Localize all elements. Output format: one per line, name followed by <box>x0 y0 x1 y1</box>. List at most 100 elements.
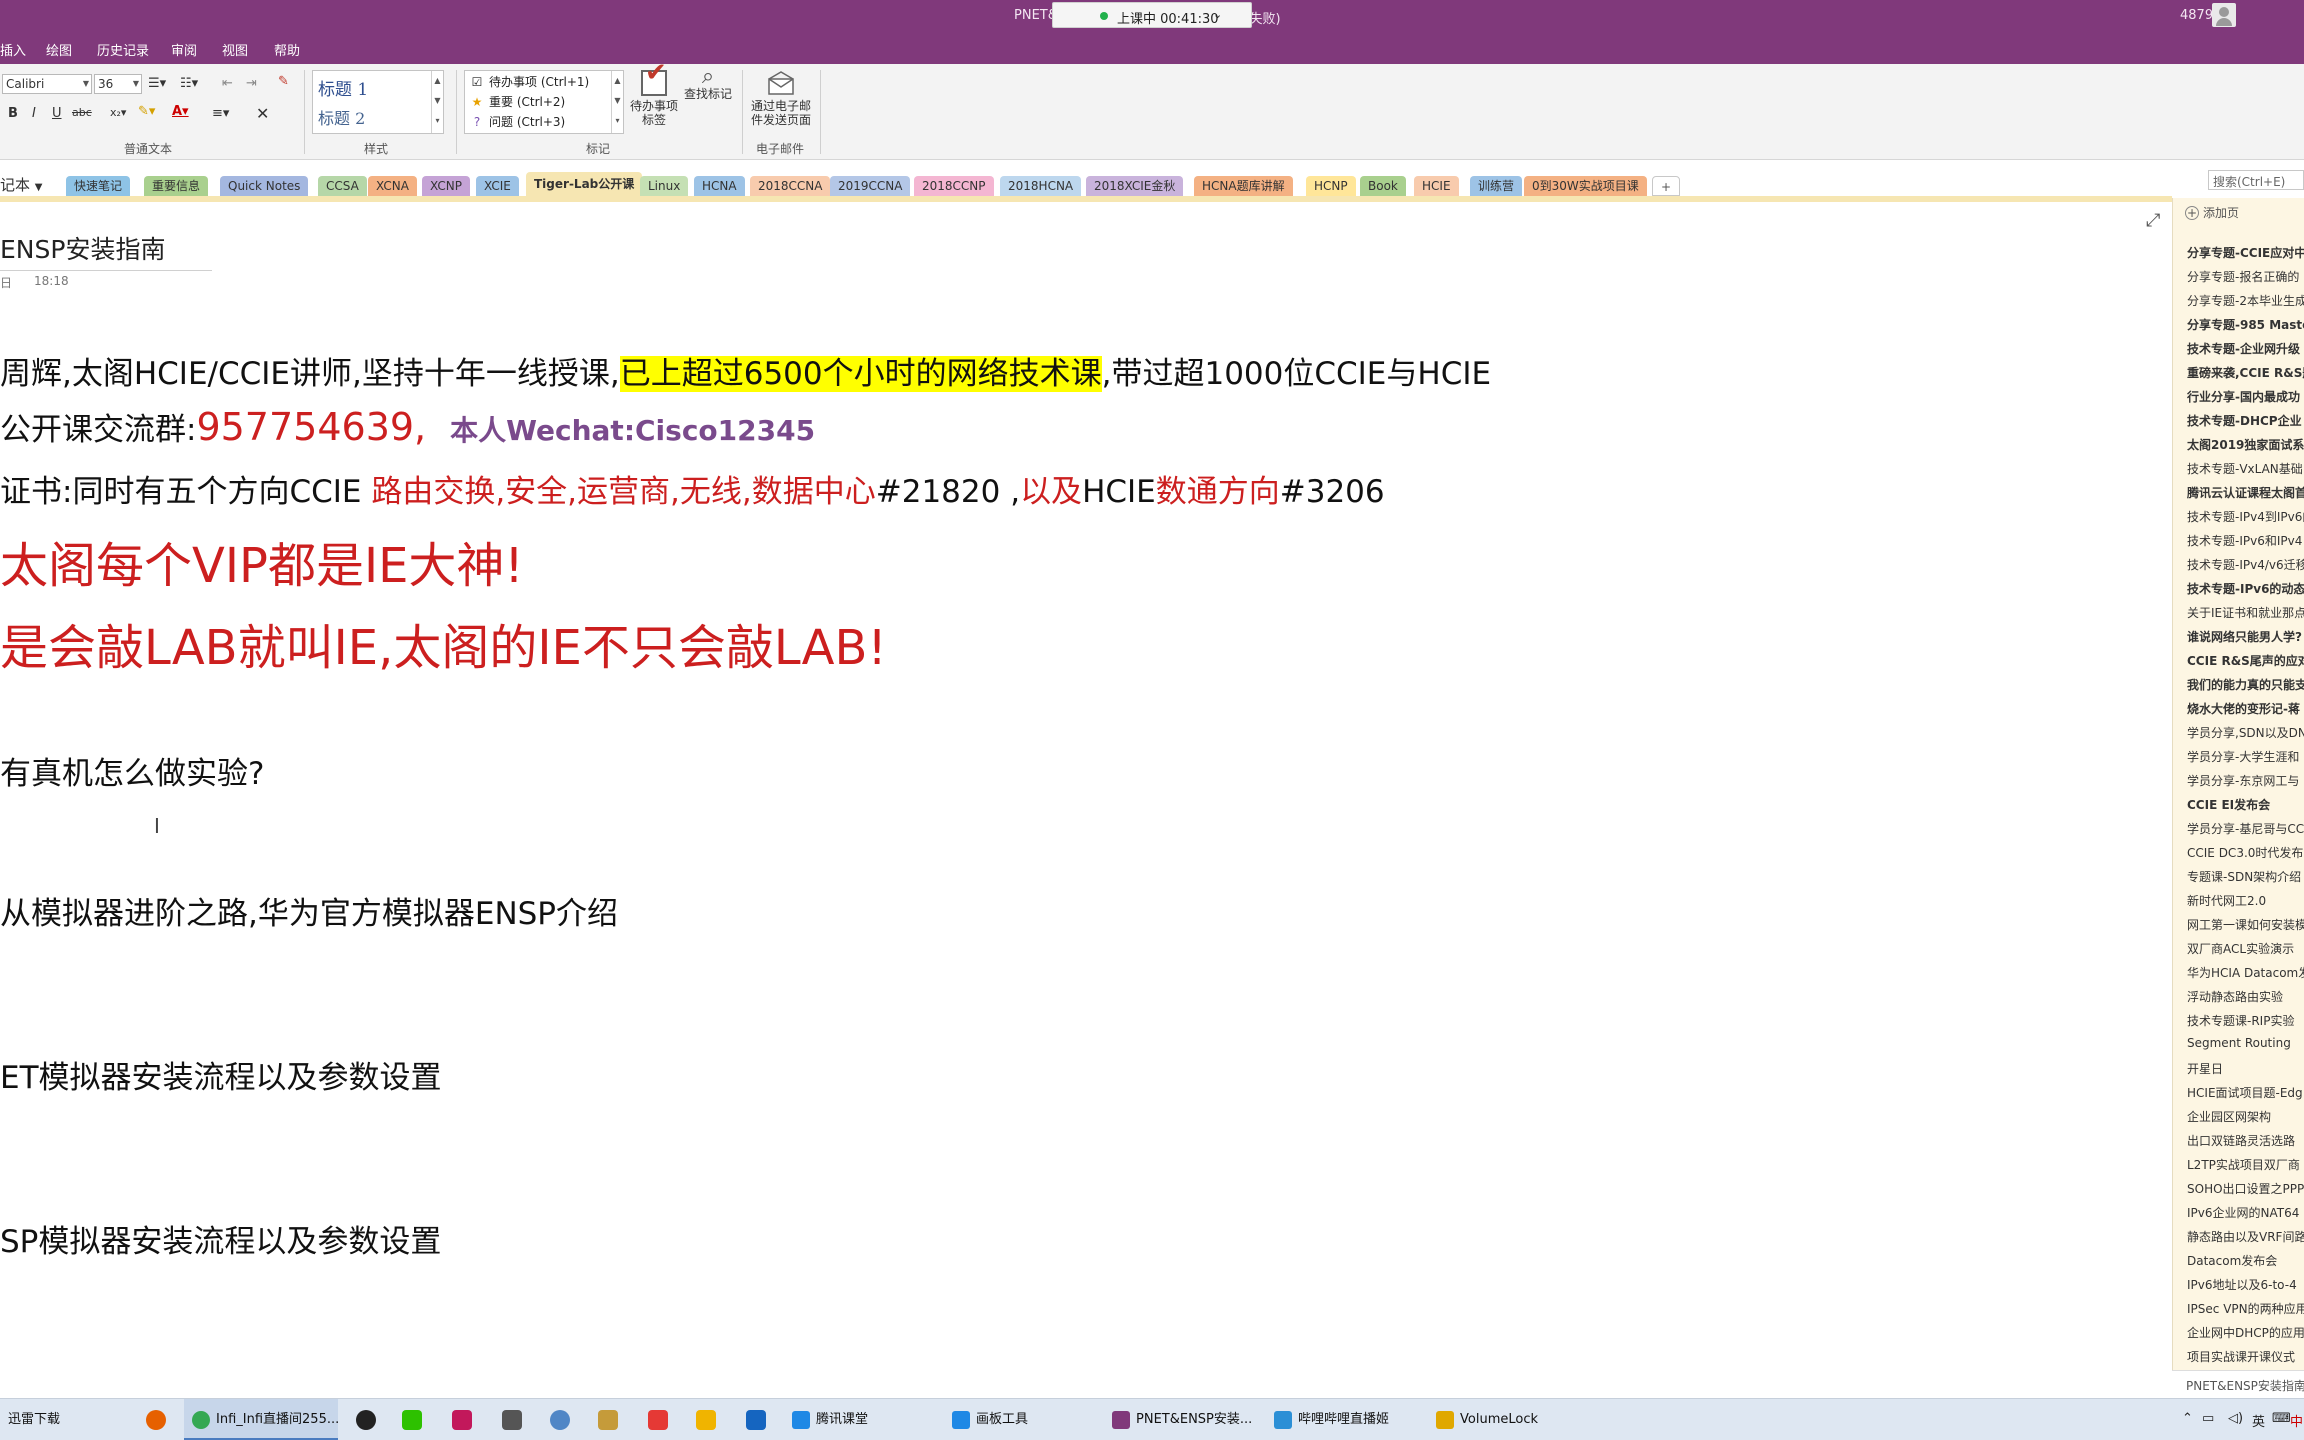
styles-gallery[interactable]: 标题 1 标题 2 ▲ ▼ ▾ <box>312 70 444 134</box>
keyboard-icon[interactable]: ⌨ <box>2272 1411 2291 1426</box>
section-tab[interactable]: HCNA <box>694 176 745 196</box>
section-tab[interactable]: Tiger-Lab公开课 <box>526 172 643 196</box>
calculator-icon[interactable] <box>502 1410 522 1430</box>
page-list-item[interactable]: 企业园区网架构 <box>2187 1108 2271 1125</box>
taskbar-tencent-classroom[interactable]: 腾讯课堂 <box>792 1399 868 1440</box>
page-list-item[interactable]: 烧水大佬的变形记-蒋 <box>2187 700 2300 717</box>
section-tab[interactable]: 2018CCNA <box>750 176 831 196</box>
page-list-item[interactable]: 技术专题-IPv6和IPv4 <box>2187 532 2302 549</box>
section-tab[interactable]: 0到30W实战项目课 <box>1524 176 1647 196</box>
highlight-color-icon[interactable]: ✎▾ <box>138 104 155 119</box>
page-list-item[interactable]: 专题课-SDN架构介绍 <box>2187 868 2301 885</box>
chart-app-icon[interactable] <box>746 1410 766 1430</box>
settings-icon[interactable] <box>598 1410 618 1430</box>
page-list-item[interactable]: 重磅来袭,CCIE R&S题 <box>2187 364 2304 381</box>
certificate-line[interactable]: 证书:同时有五个方向CCIE 路由交换,安全,运营商,无线,数据中心#21820… <box>0 466 1385 511</box>
contact-line[interactable]: 公开课交流群:957754639, 本人Wechat:Cisco12345 <box>0 404 815 449</box>
lock-icon[interactable] <box>696 1410 716 1430</box>
page-list-item[interactable]: 技术专题-VxLAN基础 <box>2187 460 2303 477</box>
page-list-item[interactable]: CCIE R&S尾声的应对 <box>2187 652 2304 669</box>
font-name-select[interactable]: Calibri ▼ <box>2 74 92 94</box>
numbered-list-icon[interactable]: ☷▾ <box>180 76 198 91</box>
page-list-item[interactable]: 技术专题课-RIP实验 <box>2187 1012 2294 1029</box>
language-indicator[interactable]: 英 <box>2252 1411 2265 1430</box>
network-icon[interactable]: ▭ <box>2202 1411 2214 1426</box>
page-list-item[interactable]: CCIE EI发布会 <box>2187 796 2270 813</box>
search-input[interactable]: 搜索(Ctrl+E) <box>2208 170 2304 190</box>
section-tab[interactable]: 快速笔记 <box>66 176 131 196</box>
clear-format-icon[interactable]: ✎ <box>278 74 289 89</box>
volume-icon[interactable]: ◁) <box>2228 1411 2243 1426</box>
send-icon[interactable] <box>452 1410 472 1430</box>
page-list-item[interactable]: 技术专题-IPv4/v6迁移 <box>2187 556 2304 573</box>
page-list-item[interactable]: 我们的能力真的只能支 <box>2187 676 2304 693</box>
taskbar-onenote[interactable]: PNET&ENSP安装... <box>1112 1399 1252 1440</box>
delete-icon[interactable]: ✕ <box>256 104 269 123</box>
section-tab[interactable]: Book <box>1360 176 1406 196</box>
strikethrough-icon[interactable]: abc <box>72 106 92 119</box>
live-status-pill[interactable]: 上课中 00:41:30 ⌄ <box>1052 2 1252 28</box>
tags-scroll[interactable]: ▲ ▼ ▾ <box>611 71 623 133</box>
section-tab[interactable]: 2018CCNP <box>914 176 994 196</box>
page-list-item[interactable]: IPv6企业网的NAT64 <box>2187 1204 2299 1221</box>
tags-gallery[interactable]: ☑ 待办事项 (Ctrl+1) ★ 重要 (Ctrl+2) ? 问题 (Ctrl+3)… <box>464 70 624 134</box>
firefox-icon[interactable] <box>146 1410 166 1430</box>
page-list-item[interactable]: 分享专题-报名正确的 <box>2187 268 2299 285</box>
section-tab[interactable]: 2018XCIE金秋 <box>1086 176 1184 196</box>
increase-indent-icon[interactable]: ⇥ <box>246 76 257 91</box>
slogan-line-1[interactable]: 太阁每个VIP都是IE大神! <box>0 526 524 596</box>
page-canvas[interactable]: ENSP安装指南 日 18:18 ⤢ 周辉,太阁HCIE/CCIE讲师,坚持十年… <box>0 202 2172 1398</box>
section-tab[interactable]: HCIE <box>1414 176 1459 196</box>
app-grid-icon[interactable] <box>648 1410 668 1430</box>
page-list-item[interactable]: 网工第一课如何安装模 <box>2187 916 2304 933</box>
taskbar-bilibili[interactable]: 哔哩哔哩直播姬 <box>1274 1399 1389 1440</box>
page-list-item[interactable]: Segment Routing <box>2187 1036 2291 1050</box>
menu-view[interactable]: 视图 <box>222 40 248 59</box>
decrease-indent-icon[interactable]: ⇤ <box>222 76 233 91</box>
add-section-button[interactable]: + <box>1652 176 1681 196</box>
intro-line[interactable]: 周辉,太阁HCIE/CCIE讲师,坚持十年一线授课,已上超过6500个小时的网络… <box>0 348 1491 393</box>
tag-important[interactable]: ★ 重要 (Ctrl+2) <box>469 93 566 110</box>
current-page-entry[interactable]: PNET&ENSP安装指南 <box>2172 1370 2304 1398</box>
page-list-item[interactable]: 分享专题-CCIE应对中 <box>2187 244 2304 261</box>
font-size-select[interactable]: 36 ▼ <box>94 74 142 94</box>
page-title[interactable]: ENSP安装指南 <box>0 230 165 266</box>
section-tab[interactable]: XCNP <box>422 176 470 196</box>
email-page-button[interactable]: 通过电子邮 件发送页面 <box>748 70 814 127</box>
menu-insert[interactable]: 插入 <box>0 40 26 59</box>
globe-icon[interactable] <box>550 1410 570 1430</box>
page-list-item[interactable]: 谁说网络只能男人学? <box>2187 628 2302 645</box>
page-list-item[interactable]: 学员分享-基尼哥与CC <box>2187 820 2304 837</box>
question-line[interactable]: 有真机怎么做实验? <box>0 748 264 793</box>
page-list-item[interactable]: 浮动静态路由实验 <box>2187 988 2283 1005</box>
menu-draw[interactable]: 绘图 <box>46 40 72 59</box>
subscript-icon[interactable]: x₂▾ <box>110 106 126 119</box>
todo-tag-button[interactable]: 待办事项 标签 <box>626 66 682 127</box>
page-list-item[interactable]: 学员分享,SDN以及DN <box>2187 724 2304 741</box>
page-list-item[interactable]: 开星日 <box>2187 1060 2223 1077</box>
qq-icon[interactable] <box>356 1410 376 1430</box>
section-tab[interactable]: Quick Notes <box>220 176 309 196</box>
italic-icon[interactable]: I <box>32 106 36 121</box>
page-list-item[interactable]: 企业网中DHCP的应用 <box>2187 1324 2304 1341</box>
ensp-intro-line[interactable]: 从模拟器进阶之路,华为官方模拟器ENSP介绍 <box>0 888 618 933</box>
section-tab[interactable]: 训练营 <box>1470 176 1523 196</box>
page-list-item[interactable]: 行业分享-国内最成功 <box>2187 388 2300 405</box>
page-list-item[interactable]: 腾讯云认证课程太阁首 <box>2187 484 2304 501</box>
section-tab[interactable]: XCNA <box>368 176 417 196</box>
page-list-item[interactable]: 技术专题-IPv6的动态 <box>2187 580 2304 597</box>
bullet-list-icon[interactable]: ☰▾ <box>148 76 166 91</box>
pnet-install-line[interactable]: ET模拟器安装流程以及参数设置 <box>0 1052 442 1097</box>
taskbar-volumelock[interactable]: VolumeLock <box>1436 1399 1538 1440</box>
find-tags-button[interactable]: ⌕ 查找标记 <box>682 66 734 102</box>
page-list-item[interactable]: 学员分享-东京网工与 <box>2187 772 2299 789</box>
expand-icon[interactable]: ⤢ <box>2146 210 2160 231</box>
menu-help[interactable]: 帮助 <box>274 40 300 59</box>
page-list-item[interactable]: 技术专题-企业网升级 <box>2187 340 2300 357</box>
taskbar-chrome[interactable]: Infi_Infi直播间255... <box>184 1399 339 1440</box>
page-list-item[interactable]: 关于IE证书和就业那点 <box>2187 604 2304 621</box>
align-icon[interactable]: ≡▾ <box>212 106 229 121</box>
font-color-icon[interactable]: A▾ <box>172 104 189 119</box>
page-list-item[interactable]: 学员分享-大学生涯和 <box>2187 748 2299 765</box>
page-list-item[interactable]: CCIE DC3.0时代发布 <box>2187 844 2303 861</box>
